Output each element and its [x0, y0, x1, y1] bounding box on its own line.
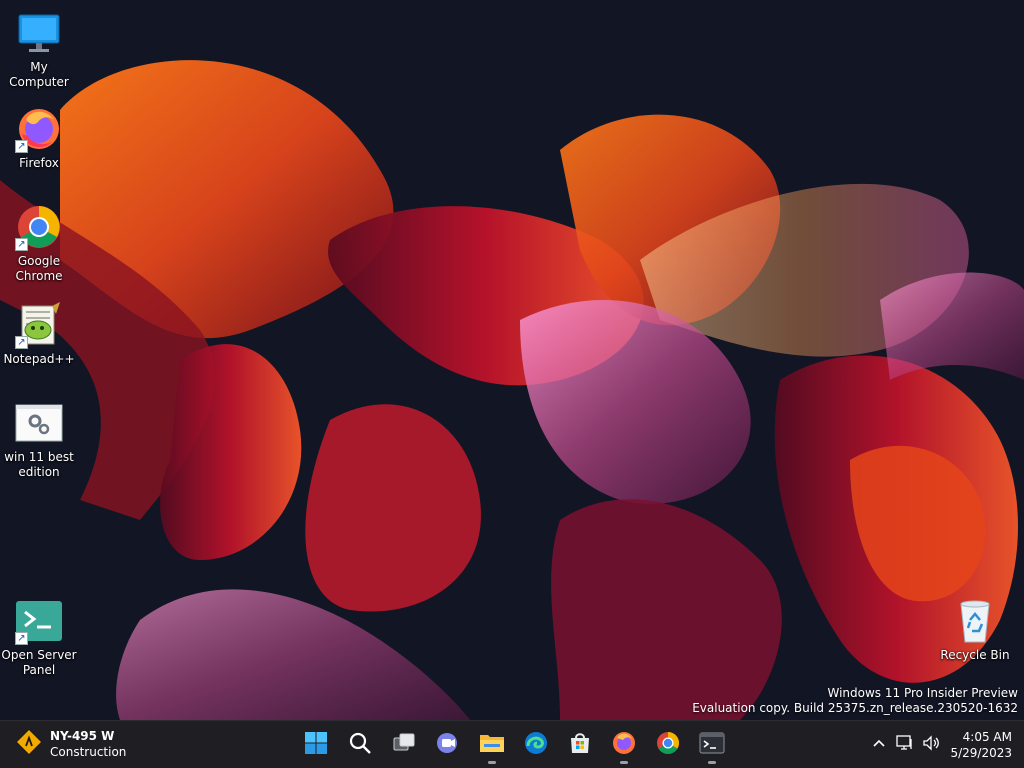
desktop-wallpaper	[0, 0, 1024, 720]
firefox-icon: ↗	[14, 104, 64, 154]
wallpaper-ribbons	[0, 60, 1024, 720]
desktop-icon-notepad-plus-plus[interactable]: ↗ Notepad++	[0, 300, 78, 367]
search-icon	[348, 731, 372, 759]
terminal-button[interactable]	[692, 725, 732, 765]
shortcut-arrow-icon: ↗	[15, 632, 28, 645]
terminal-icon	[699, 732, 725, 758]
speaker-icon	[922, 735, 940, 755]
chevron-up-icon	[872, 736, 886, 755]
clock-time: 4:05 AM	[962, 730, 1012, 744]
desktop-icon-firefox[interactable]: ↗ Firefox	[0, 104, 78, 171]
weather-widget[interactable]: NY-495 W Construction	[15, 728, 127, 760]
desktop-icon-win-11-best-edition[interactable]: win 11 best edition	[0, 398, 78, 480]
taskbar: NY-495 W Construction 4:05 AM 5/29/2023	[0, 720, 1024, 768]
desktop-icon-my-computer[interactable]: My Computer	[0, 8, 78, 90]
shortcut-arrow-icon: ↗	[15, 336, 28, 349]
desktop-icon-open-server-panel[interactable]: ↗ Open Server Panel	[0, 596, 78, 678]
network-button[interactable]	[892, 731, 918, 759]
task-view-button[interactable]	[384, 725, 424, 765]
chat-button[interactable]	[428, 725, 468, 765]
firefox-icon	[612, 731, 636, 759]
weather-title: NY-495 W	[50, 729, 115, 743]
windows-start-icon	[304, 731, 328, 759]
running-indicator	[488, 761, 496, 764]
edge-button[interactable]	[516, 725, 556, 765]
show-hidden-icons-button[interactable]	[866, 731, 892, 759]
chrome-icon	[656, 731, 680, 759]
file-explorer-icon	[479, 731, 505, 759]
volume-button[interactable]	[918, 731, 944, 759]
weather-subtitle: Construction	[50, 745, 127, 759]
notepad-plus-plus-icon: ↗	[14, 300, 64, 350]
terminal-panel-icon: ↗	[14, 596, 64, 646]
file-explorer-button[interactable]	[472, 725, 512, 765]
desktop-icon-google-chrome[interactable]: ↗ Google Chrome	[0, 202, 78, 284]
shortcut-arrow-icon: ↗	[15, 238, 28, 251]
desktop-icon-recycle-bin[interactable]: Recycle Bin	[936, 596, 1014, 663]
task-view-icon	[392, 731, 416, 759]
recycle-bin-icon	[950, 596, 1000, 646]
microsoft-store-button[interactable]	[560, 725, 600, 765]
search-button[interactable]	[340, 725, 380, 765]
chrome-icon: ↗	[14, 202, 64, 252]
taskbar-apps	[296, 725, 732, 765]
clock-button[interactable]: 4:05 AM 5/29/2023	[944, 729, 1024, 761]
firefox-taskbar-button[interactable]	[604, 725, 644, 765]
network-icon	[896, 735, 914, 755]
watermark-build: Evaluation copy. Build 25375.zn_release.…	[692, 701, 1018, 715]
clock-date: 5/29/2023	[950, 746, 1012, 760]
watermark-edition: Windows 11 Pro Insider Preview	[827, 686, 1018, 700]
running-indicator	[620, 761, 628, 764]
microsoft-store-icon	[568, 731, 592, 759]
road-sign-icon	[15, 728, 43, 759]
teams-chat-icon	[436, 731, 460, 759]
start-button[interactable]	[296, 725, 336, 765]
shortcut-arrow-icon: ↗	[15, 140, 28, 153]
monitor-icon	[14, 8, 64, 58]
system-tray: 4:05 AM 5/29/2023	[866, 721, 1024, 768]
settings-file-icon	[14, 398, 64, 448]
chrome-taskbar-button[interactable]	[648, 725, 688, 765]
edge-icon	[524, 731, 548, 759]
running-indicator	[708, 761, 716, 764]
evaluation-watermark: Windows 11 Pro Insider Preview Evaluatio…	[692, 686, 1018, 716]
